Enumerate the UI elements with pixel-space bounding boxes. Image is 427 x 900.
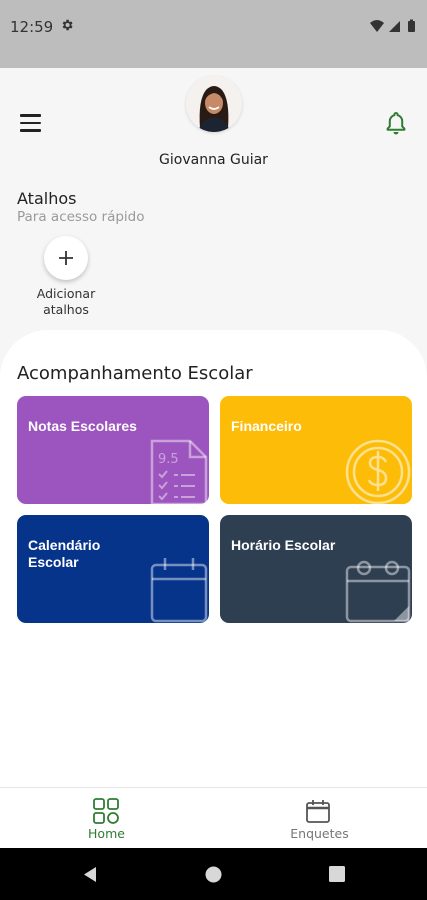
nav-label-polls: Enquetes	[290, 826, 349, 841]
shortcuts-subtitle: Para acesso rápido	[17, 209, 145, 225]
hamburger-menu-icon	[20, 114, 41, 117]
system-nav-bar	[0, 848, 427, 900]
finance-card[interactable]: Financeiro	[220, 396, 412, 504]
plus-icon	[59, 251, 73, 265]
status-icons	[370, 19, 415, 32]
add-shortcut-label: Adicionar atalhos	[36, 286, 96, 317]
app-header: Giovanna Guiar	[0, 68, 427, 180]
home-grid-icon	[93, 798, 119, 824]
signal-icon	[389, 21, 400, 32]
avatar[interactable]	[186, 76, 242, 132]
grades-sheet-icon: 9.5	[150, 439, 208, 504]
nav-label-home: Home	[88, 826, 125, 841]
battery-icon	[408, 19, 415, 32]
status-bar: 12:59	[0, 0, 427, 68]
back-icon[interactable]	[82, 866, 98, 883]
grades-icon-value: 9.5	[158, 452, 179, 467]
menu-button[interactable]	[20, 114, 42, 132]
grades-card-label: Notas Escolares	[28, 418, 137, 434]
dollar-coin-icon	[345, 439, 411, 504]
finance-card-label: Financeiro	[231, 418, 302, 434]
section-title: Acompanhamento Escolar	[17, 363, 253, 384]
schedule-card[interactable]: Horário Escolar	[220, 515, 412, 623]
nav-item-home[interactable]: Home	[0, 788, 213, 849]
calendar-card[interactable]: Calendário Escolar	[17, 515, 209, 623]
add-shortcut-button[interactable]	[44, 236, 88, 280]
home-circle-icon[interactable]	[205, 866, 222, 883]
recents-icon[interactable]	[329, 866, 345, 882]
bottom-nav: Home Enquetes	[0, 787, 427, 848]
bell-icon[interactable]	[385, 110, 407, 136]
status-time: 12:59	[10, 18, 54, 36]
calendar-card-label: Calendário Escolar	[28, 537, 101, 570]
schedule-card-label: Horário Escolar	[231, 537, 336, 553]
user-name: Giovanna Guiar	[159, 152, 268, 168]
nav-item-polls[interactable]: Enquetes	[213, 788, 426, 849]
polls-calendar-icon	[306, 800, 330, 823]
shortcuts-title: Atalhos	[17, 189, 77, 208]
calendar-icon	[150, 558, 208, 623]
grades-card[interactable]: Notas Escolares 9.5	[17, 396, 209, 504]
schedule-calendar-icon	[345, 560, 411, 623]
wifi-icon	[370, 20, 384, 32]
gear-icon	[62, 19, 73, 31]
user-avatar-image	[186, 76, 242, 132]
